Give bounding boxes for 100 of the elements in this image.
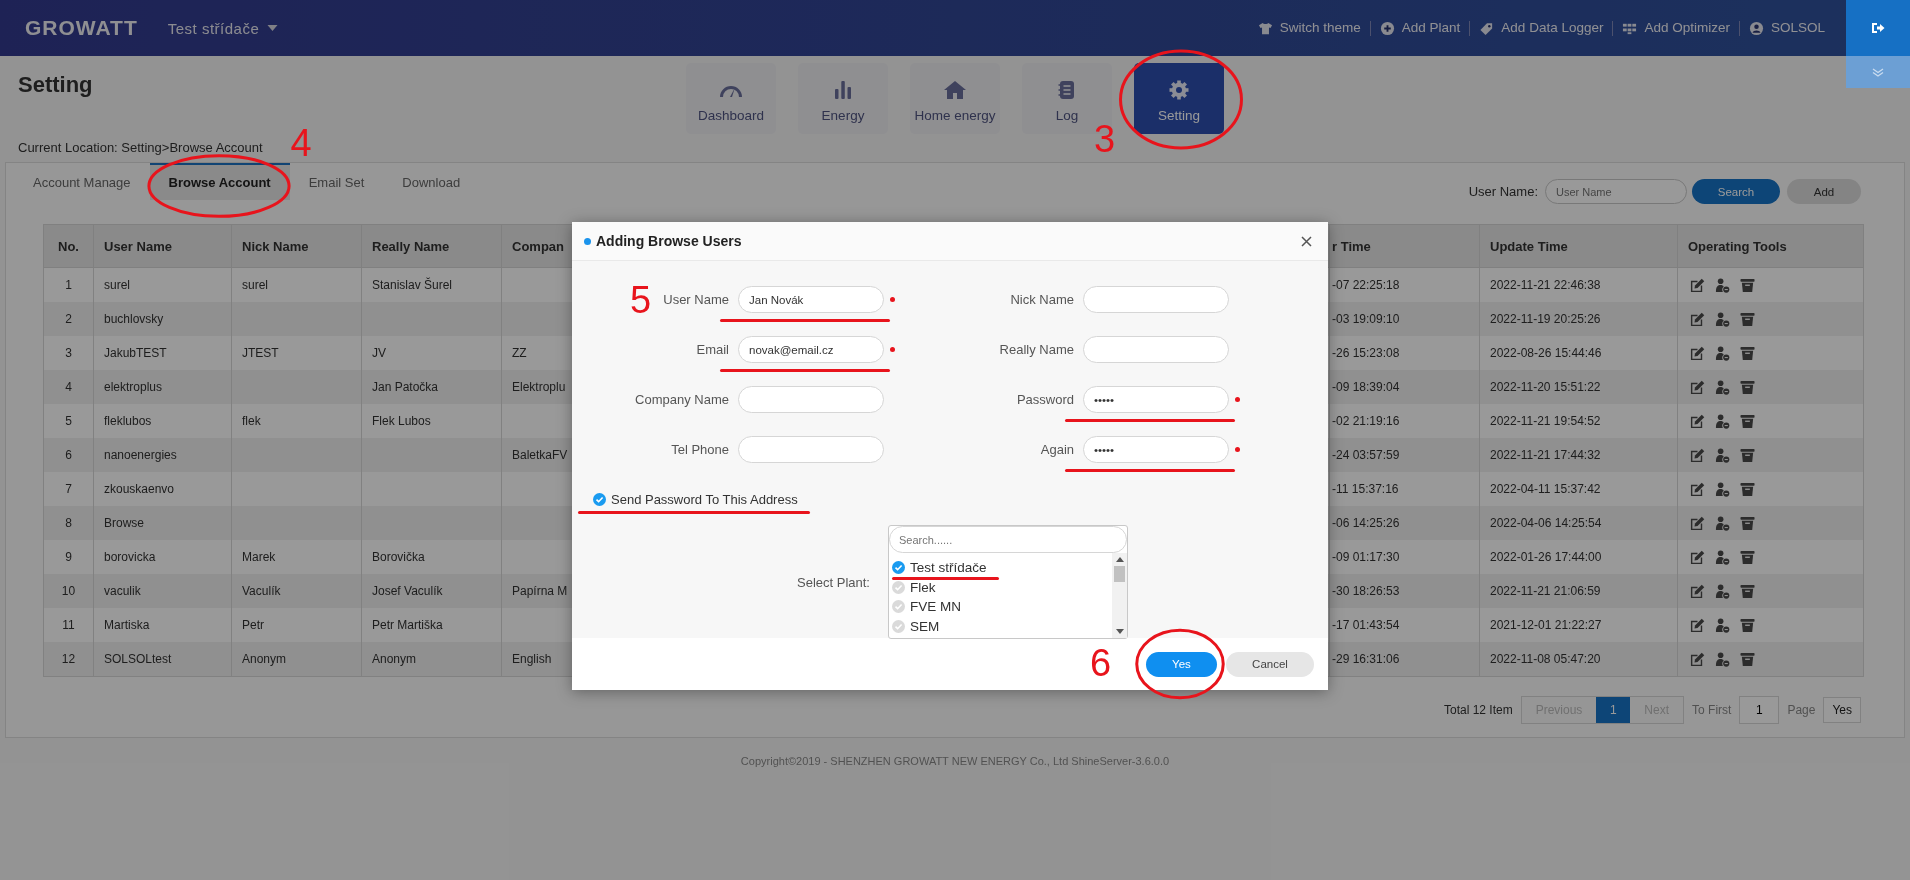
trash-icon[interactable] xyxy=(1740,311,1755,327)
list-item[interactable]: FVE MN xyxy=(910,599,961,615)
user-remove-icon[interactable] xyxy=(1715,481,1730,497)
shirt-icon xyxy=(1257,20,1273,36)
close-button[interactable] xyxy=(1299,233,1314,249)
header-link[interactable]: Add Data Logger xyxy=(1469,20,1613,36)
page-button[interactable]: 1 xyxy=(1596,697,1631,723)
input-field[interactable]: Jan Novák xyxy=(738,286,884,313)
tab[interactable]: Download xyxy=(383,163,480,200)
list-item[interactable]: SEM xyxy=(910,618,940,634)
search-field[interactable]: User Name xyxy=(1545,179,1687,204)
trash-icon[interactable] xyxy=(1740,277,1755,293)
input-field[interactable] xyxy=(1083,336,1229,363)
checkbox[interactable] xyxy=(892,561,905,575)
trash-icon[interactable] xyxy=(1740,447,1755,463)
field-label: Password xyxy=(1016,392,1074,407)
checkbox[interactable] xyxy=(892,600,905,614)
tab[interactable]: Account Manage xyxy=(14,163,150,200)
nav-tile[interactable]: Dashboard xyxy=(686,63,776,134)
home-icon xyxy=(943,80,967,100)
trash-icon[interactable] xyxy=(1740,379,1755,395)
tab[interactable]: Email Set xyxy=(289,163,384,200)
nav-tile[interactable]: Home energy xyxy=(910,63,1000,134)
scroll-thumb[interactable] xyxy=(1114,566,1125,582)
table-cell: Stanislav Šurel xyxy=(372,278,453,292)
trash-icon[interactable] xyxy=(1740,583,1755,599)
user-remove-icon[interactable] xyxy=(1715,345,1730,361)
edit-icon[interactable] xyxy=(1690,481,1705,497)
trash-icon[interactable] xyxy=(1740,549,1755,565)
user-remove-icon[interactable] xyxy=(1715,413,1730,429)
header-link[interactable]: SOLSOL xyxy=(1738,20,1834,36)
field-label: Select Plant: xyxy=(796,574,870,590)
search-button[interactable]: Search xyxy=(1692,179,1780,204)
trash-icon[interactable] xyxy=(1740,481,1755,497)
trash-icon[interactable] xyxy=(1740,617,1755,633)
user-remove-icon[interactable] xyxy=(1715,277,1730,293)
user-icon xyxy=(1748,20,1764,36)
header-link[interactable]: Add Optimizer xyxy=(1612,20,1739,36)
column-header: Nick Name xyxy=(231,224,362,268)
edit-icon[interactable] xyxy=(1690,617,1705,633)
list-item[interactable]: Flek xyxy=(910,579,936,595)
list-item[interactable]: Test střídače xyxy=(910,560,987,576)
input-field[interactable]: novak@email.cz xyxy=(738,336,884,363)
user-remove-icon[interactable] xyxy=(1715,583,1730,599)
scrollbar[interactable] xyxy=(1112,553,1127,638)
trash-icon[interactable] xyxy=(1740,651,1755,667)
table-cell: Josef Vaculík xyxy=(372,584,443,598)
user-remove-icon[interactable] xyxy=(1715,549,1730,565)
trash-icon[interactable] xyxy=(1740,413,1755,429)
table-cell: 1 xyxy=(65,278,72,292)
tab[interactable]: Browse Account xyxy=(149,163,290,200)
input-field[interactable]: ••••• xyxy=(1083,386,1229,413)
user-remove-icon[interactable] xyxy=(1715,651,1730,667)
field-label: Again xyxy=(1040,442,1074,457)
edit-icon[interactable] xyxy=(1690,515,1705,531)
field-label: Tel Phone xyxy=(671,442,729,457)
page-input[interactable]: 1 xyxy=(1739,696,1780,724)
edit-icon[interactable] xyxy=(1690,447,1705,463)
nav-tile[interactable]: Energy xyxy=(798,63,888,134)
edit-icon[interactable] xyxy=(1690,413,1705,429)
header-link[interactable]: Switch theme xyxy=(1248,20,1370,36)
checkbox[interactable] xyxy=(593,493,606,506)
header-link[interactable]: Add Plant xyxy=(1369,20,1470,36)
input-field[interactable] xyxy=(1083,286,1229,313)
edit-icon[interactable] xyxy=(1690,277,1705,293)
search-field[interactable]: Search...... xyxy=(889,526,1127,553)
table-cell: 2022-11-19 20:25:26 xyxy=(1490,312,1601,326)
go-button[interactable]: Yes xyxy=(1823,697,1861,723)
trash-icon[interactable] xyxy=(1740,515,1755,531)
edit-icon[interactable] xyxy=(1690,379,1705,395)
table-cell: Petr xyxy=(242,618,264,632)
user-remove-icon[interactable] xyxy=(1715,515,1730,531)
user-remove-icon[interactable] xyxy=(1715,379,1730,395)
scroll-down-icon[interactable] xyxy=(1115,629,1124,634)
input-field[interactable] xyxy=(738,386,884,413)
checkbox[interactable] xyxy=(892,619,905,633)
cancel-button[interactable]: Cancel xyxy=(1226,651,1314,677)
table-cell: 2022-04-06 14:25:54 xyxy=(1490,516,1602,530)
edit-icon[interactable] xyxy=(1690,651,1705,667)
plant-selector[interactable]: Test střídače xyxy=(167,19,279,37)
input-field[interactable] xyxy=(738,436,884,463)
edit-icon[interactable] xyxy=(1690,583,1705,599)
nav-tile[interactable]: Setting xyxy=(1134,63,1224,134)
field-label: Email xyxy=(696,342,729,357)
user-remove-icon[interactable] xyxy=(1715,447,1730,463)
input-field[interactable]: ••••• xyxy=(1083,436,1229,463)
checkbox[interactable] xyxy=(892,580,905,594)
user-remove-icon[interactable] xyxy=(1715,617,1730,633)
edit-icon[interactable] xyxy=(1690,311,1705,327)
edit-icon[interactable] xyxy=(1690,345,1705,361)
column-header: Compan xyxy=(501,224,574,268)
user-remove-icon[interactable] xyxy=(1715,311,1730,327)
trash-icon[interactable] xyxy=(1740,345,1755,361)
bullet-icon xyxy=(584,237,591,245)
edit-icon[interactable] xyxy=(1690,549,1705,565)
table-cell: 2022-11-20 15:51:22 xyxy=(1490,380,1601,394)
confirm-button[interactable]: Yes xyxy=(1146,651,1217,677)
logo[interactable]: GROWATT xyxy=(25,16,138,40)
add-button[interactable]: Add xyxy=(1787,179,1861,204)
scroll-up-icon[interactable] xyxy=(1115,557,1124,562)
